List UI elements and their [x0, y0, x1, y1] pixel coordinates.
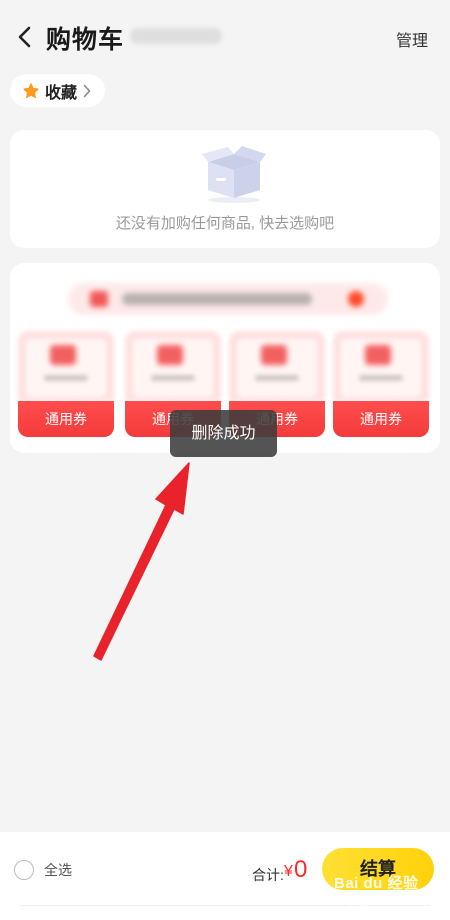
- manage-button[interactable]: 管理: [396, 27, 428, 51]
- total-label: 合计:: [252, 867, 284, 883]
- chevron-right-icon: [83, 84, 91, 97]
- coupon-button[interactable]: 通用券: [18, 401, 114, 437]
- total-value: 0: [294, 856, 308, 883]
- select-all-checkbox[interactable]: 全选: [14, 860, 72, 880]
- blurred-address: [130, 28, 222, 44]
- back-button[interactable]: [10, 22, 40, 52]
- chevron-left-icon: [18, 26, 31, 48]
- coupon-banner: [68, 283, 388, 315]
- coupon-item[interactable]: 通用券: [333, 331, 429, 439]
- empty-cart-message: 还没有加购任何商品, 快去选购吧: [115, 215, 335, 232]
- watermark-line2: jingyan.baidu.com: [350, 896, 431, 907]
- empty-cart-card: 还没有加购任何商品, 快去选购吧: [10, 130, 440, 248]
- currency-symbol: ¥: [284, 863, 293, 880]
- select-all-label: 全选: [44, 862, 72, 878]
- watermark: Bai du 经验 jingyan.baidu.com: [330, 872, 445, 916]
- coupon-item[interactable]: 通用券: [18, 331, 114, 439]
- favorites-button[interactable]: 收藏: [10, 74, 105, 107]
- favorites-label: 收藏: [45, 84, 78, 102]
- coupon-button[interactable]: 通用券: [333, 401, 429, 437]
- page-title: 购物车: [46, 26, 125, 54]
- toast-message: 删除成功: [170, 410, 277, 457]
- watermark-line1: Bai du 经验: [334, 875, 419, 892]
- empty-box-icon: [202, 146, 266, 203]
- radio-circle-icon: [14, 860, 34, 880]
- star-icon: [23, 82, 39, 98]
- header-bar: 购物车 管理: [0, 0, 450, 74]
